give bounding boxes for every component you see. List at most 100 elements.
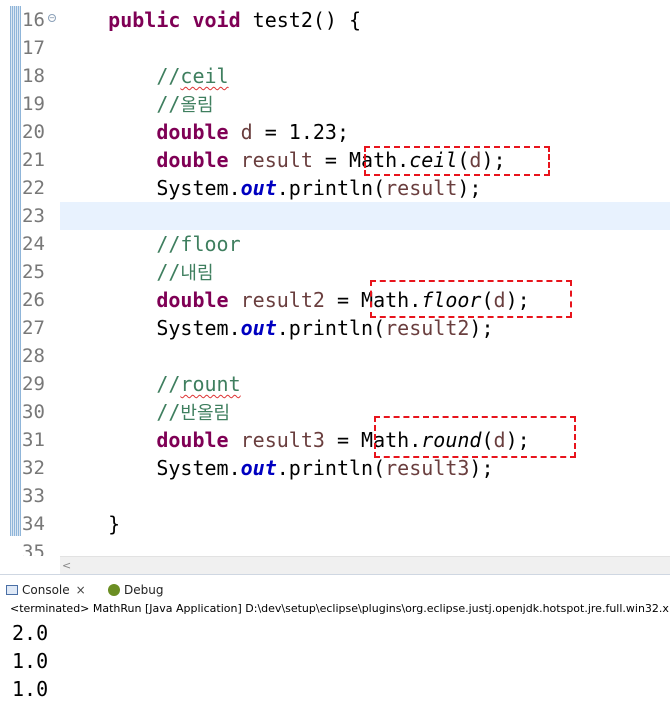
line-number: 28 [22, 345, 45, 367]
code-line[interactable] [0, 34, 670, 62]
code-token: System. [60, 176, 241, 200]
tab-console[interactable]: Console × [6, 579, 86, 601]
code-token: double [156, 148, 229, 172]
code-token: 내림 [180, 263, 214, 284]
tab-console-label: Console [22, 583, 70, 597]
code-line[interactable] [0, 342, 670, 370]
code-text: //floor [60, 230, 241, 258]
code-token: System. [60, 456, 241, 480]
line-number: 24 [22, 233, 45, 255]
code-token: out [240, 456, 277, 480]
line-number: 34 [22, 513, 45, 535]
line-number: 25 [22, 261, 45, 283]
tab-debug-label: Debug [124, 583, 164, 597]
console-output-line: 1.0 [12, 649, 49, 673]
code-token: = 1.23; [252, 120, 349, 144]
code-token: .println( [276, 316, 386, 340]
code-token: void [192, 8, 241, 32]
code-token: ceil [180, 64, 229, 88]
line-number: 26 [22, 289, 45, 311]
code-text: //ceil [60, 62, 229, 90]
code-text: //rount [60, 370, 240, 398]
line-number: 31 [22, 429, 45, 451]
bug-icon [108, 584, 120, 596]
code-line[interactable] [0, 538, 670, 556]
highlight-box-floor [370, 280, 572, 318]
line-number: 32 [22, 457, 45, 479]
code-token: double [156, 288, 229, 312]
code-token: d [240, 120, 253, 144]
code-editor[interactable]: − 16 public void test2() {17 18 //ceil 19 … [0, 0, 670, 556]
line-number: 23 [22, 205, 45, 227]
code-token: 반올림 [180, 403, 231, 424]
code-line[interactable] [60, 202, 670, 230]
tab-debug[interactable]: Debug [108, 579, 163, 601]
code-text: System.out.println(result); [60, 174, 481, 202]
code-token: .println( [276, 456, 386, 480]
code-token: result [240, 148, 313, 172]
line-number: 19 [22, 93, 45, 115]
console-status-line: <terminated> MathRun [Java Application] … [10, 602, 669, 615]
code-token: // [156, 260, 181, 284]
line-number: 21 [22, 149, 45, 171]
code-text: System.out.println(result3); [60, 454, 494, 482]
code-token: //floor [156, 232, 241, 256]
line-number: 27 [22, 317, 45, 339]
code-token: // [156, 372, 181, 396]
scroll-left-icon[interactable]: < [62, 557, 71, 574]
code-token: out [240, 316, 277, 340]
highlight-box-ceil [364, 146, 550, 176]
code-text: //내림 [60, 258, 214, 288]
highlight-box-round [374, 416, 576, 458]
code-token: double [156, 428, 229, 452]
code-token: } [60, 512, 121, 536]
code-line[interactable] [0, 482, 670, 510]
console-icon [6, 585, 18, 595]
code-token: ); [469, 316, 494, 340]
code-text: //반올림 [60, 398, 230, 428]
line-number: 30 [22, 401, 45, 423]
code-token: result2 [385, 316, 470, 340]
close-icon[interactable]: × [76, 583, 86, 597]
code-token: .println( [276, 176, 386, 200]
code-text: System.out.println(result2); [60, 314, 494, 342]
line-number: 33 [22, 485, 45, 507]
console-output-line: 2.0 [12, 621, 49, 645]
horizontal-scrollbar[interactable]: < [60, 556, 670, 575]
console-tab-bar: Console × Debug [0, 575, 670, 601]
code-token: // [156, 92, 181, 116]
code-token: result3 [240, 428, 325, 452]
line-number: 18 [22, 65, 45, 87]
code-token: ); [469, 456, 494, 480]
code-token: 올림 [180, 95, 214, 116]
line-number: 22 [22, 177, 45, 199]
code-token: System. [60, 316, 241, 340]
code-text: } [60, 510, 120, 538]
code-token: test2() { [240, 8, 362, 32]
console-panel: Console × Debug <terminated> MathRun [Jav… [0, 574, 670, 714]
line-number: 20 [22, 121, 45, 143]
code-token: result [385, 176, 458, 200]
code-token: double [156, 120, 229, 144]
code-text: double d = 1.23; [60, 118, 349, 146]
line-number: 35 [22, 541, 45, 556]
console-output-line: 1.0 [12, 677, 49, 701]
code-text: public void test2() { [60, 6, 361, 34]
code-token: result2 [240, 288, 325, 312]
line-number: 16 [22, 9, 45, 31]
code-text: //올림 [60, 90, 214, 120]
line-number: 29 [22, 373, 45, 395]
